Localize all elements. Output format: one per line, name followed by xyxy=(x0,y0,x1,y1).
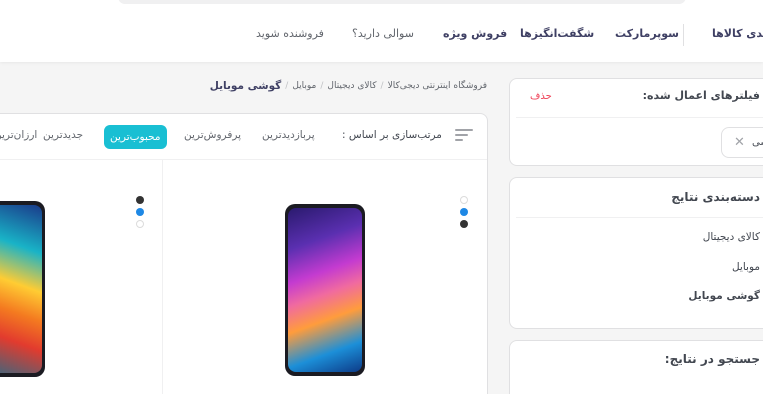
color-swatch-black xyxy=(460,220,468,228)
sort-most-viewed[interactable]: پربازدیدترین xyxy=(262,129,315,141)
breadcrumb-separator: / xyxy=(380,81,384,91)
search-in-results-box: جستجو در نتایج: xyxy=(509,340,763,394)
nav-faq[interactable]: سوالی دارید؟ xyxy=(352,27,414,45)
breadcrumb-item-mobile[interactable]: موبایل xyxy=(292,81,316,91)
search-bar[interactable] xyxy=(118,0,686,4)
category-box: دسته‌بندی نتایج کالای دیجیتال موبایل گوش… xyxy=(509,177,763,329)
sort-best-selling[interactable]: پرفروش‌ترین xyxy=(184,129,241,141)
color-swatch-blue xyxy=(460,208,468,216)
breadcrumb-current: گوشی موبایل xyxy=(209,80,282,92)
sort-label: مرتب‌سازی بر اساس : xyxy=(342,129,442,141)
site-header: دسته‌بندی کالاها سوپرمارکت شگفت‌انگیزها … xyxy=(0,0,763,62)
nav-categories[interactable]: دسته‌بندی کالاها xyxy=(712,27,763,45)
breadcrumb-separator: / xyxy=(320,81,324,91)
sort-cheapest[interactable]: ارزان‌ترین xyxy=(0,129,37,141)
filter-chip[interactable]: ✕ گوشی xyxy=(721,127,763,158)
close-icon[interactable]: ✕ xyxy=(734,135,745,150)
sort-most-popular[interactable]: محبوب‌ترین xyxy=(104,125,167,149)
product-image[interactable] xyxy=(285,204,365,376)
breadcrumb-item-digital[interactable]: کالای دیجیتال xyxy=(327,81,376,91)
product-image[interactable] xyxy=(0,201,45,377)
remove-filters-link[interactable]: حذف xyxy=(530,91,552,102)
category-item-digital[interactable]: کالای دیجیتال xyxy=(703,231,760,243)
sort-icon xyxy=(455,129,473,143)
color-swatch-white xyxy=(460,196,468,204)
nav-supermarket[interactable]: سوپرمارکت xyxy=(615,27,679,45)
category-item-mobile[interactable]: موبایل xyxy=(732,261,760,273)
applied-filters-box: فیلترهای اعمال شده: حذف ✕ گوشی xyxy=(509,78,763,166)
color-swatch-blue xyxy=(136,208,144,216)
product-grid-divider xyxy=(162,160,163,394)
search-in-results-title: جستجو در نتایج: xyxy=(664,352,760,366)
nav-divider xyxy=(683,24,684,46)
color-swatch-black xyxy=(136,196,144,204)
breadcrumb-item-store[interactable]: فروشگاه اینترنتی دیجی‌کالا xyxy=(388,81,487,91)
sort-bar: مرتب‌سازی بر اساس : پربازدیدترین پرفروش‌… xyxy=(0,114,487,160)
sort-newest[interactable]: جدیدترین xyxy=(43,129,83,141)
filter-chip-label: گوشی xyxy=(752,137,763,148)
breadcrumb-separator: / xyxy=(285,81,289,91)
product-list-panel: مرتب‌سازی بر اساس : پربازدیدترین پرفروش‌… xyxy=(0,113,488,394)
divider xyxy=(516,117,763,118)
category-box-title: دسته‌بندی نتایج xyxy=(671,190,760,204)
color-swatch-white xyxy=(136,220,144,228)
divider xyxy=(516,217,763,218)
nav-amazing-offers[interactable]: شگفت‌انگیزها xyxy=(520,27,594,45)
breadcrumb: فروشگاه اینترنتی دیجی‌کالا / کالای دیجیت… xyxy=(210,80,487,92)
applied-filters-title: فیلترهای اعمال شده: xyxy=(642,89,760,102)
nav-become-seller[interactable]: فروشنده شوید xyxy=(256,27,324,45)
category-item-mobile-phone[interactable]: گوشی موبایل xyxy=(688,290,760,302)
nav-special-sale[interactable]: فروش ویژه xyxy=(443,27,507,45)
